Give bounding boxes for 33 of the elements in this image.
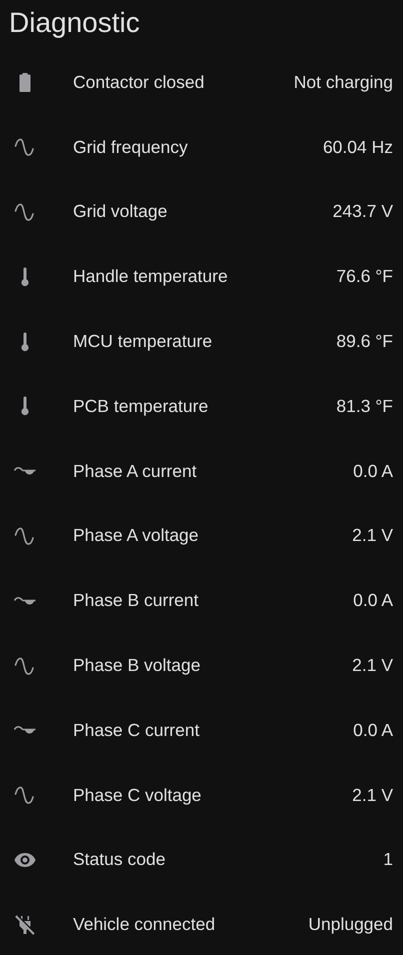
entity-name: Handle temperature xyxy=(73,266,229,288)
entity-name: PCB temperature xyxy=(73,396,210,417)
entity-name: Status code xyxy=(73,849,166,870)
entity-state: 0.0 A xyxy=(353,720,393,741)
entity-state: 0.0 A xyxy=(353,590,393,612)
wave-icon xyxy=(14,596,36,605)
entity-name: Phase B current xyxy=(73,590,200,612)
entity-state: 2.1 V xyxy=(352,525,393,546)
entity-name: Phase C current xyxy=(73,720,200,741)
entity-state: 2.1 V xyxy=(352,784,393,806)
entity-state: Not charging xyxy=(294,72,393,93)
entity-state: 0.0 A xyxy=(353,460,393,482)
plug-off-icon xyxy=(13,912,37,937)
entity-name: Phase B voltage xyxy=(73,655,202,676)
entity-state: 243.7 V xyxy=(332,201,393,222)
entity-state: 89.6 °F xyxy=(336,331,393,352)
entity-name: Grid voltage xyxy=(73,201,168,222)
entity-state: 1 xyxy=(383,849,393,870)
wave-icon xyxy=(14,467,36,476)
entity-name: MCU temperature xyxy=(73,331,214,352)
entity-state: 60.04 Hz xyxy=(322,136,393,158)
entity-name: Vehicle connected xyxy=(73,914,216,936)
entity-name: Phase C voltage xyxy=(73,784,202,806)
entity-state: 76.6 °F xyxy=(336,266,393,288)
section-title: Diagnostic xyxy=(8,6,141,40)
entity-state: Unplugged xyxy=(308,914,393,936)
entity-name: Grid frequency xyxy=(73,136,189,158)
entity-name: Contactor closed xyxy=(73,72,206,93)
wave-icon xyxy=(14,726,36,734)
entity-name: Phase A current xyxy=(73,460,198,482)
entity-state: 81.3 °F xyxy=(336,396,393,417)
entity-name: Phase A voltage xyxy=(73,525,200,546)
entity-state: 2.1 V xyxy=(352,655,393,676)
